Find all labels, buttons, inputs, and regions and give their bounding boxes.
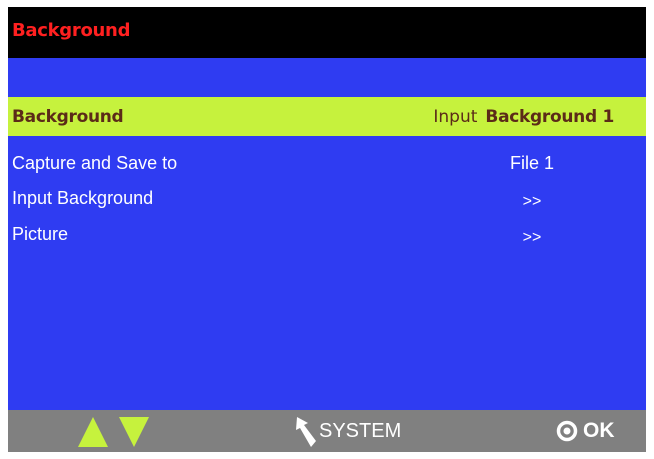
submenu-arrow: >>: [522, 229, 542, 246]
footer-bar: SYSTEM OK: [8, 410, 646, 452]
triangle-up-icon[interactable]: [78, 417, 108, 447]
menu-item-label: Picture: [12, 224, 69, 244]
value-text: Background 1: [485, 107, 614, 127]
title-bar: Background: [8, 7, 646, 58]
system-button[interactable]: SYSTEM: [319, 420, 401, 443]
submenu-arrow: >>: [522, 193, 542, 210]
menu-item-capture-save[interactable]: Capture and Save to File 1: [8, 149, 646, 179]
triangle-down-icon[interactable]: [119, 417, 149, 447]
menu-item-input-background[interactable]: Input Background >>: [8, 184, 646, 214]
menu-item-picture[interactable]: Picture >>: [8, 220, 646, 250]
menu-item-value: File 1: [509, 153, 554, 173]
value-prefix: Input: [433, 107, 478, 127]
menu-item-label: Capture and Save to: [12, 153, 178, 173]
menu-item-label: Background: [12, 107, 124, 127]
menu-item-value: Input Background 1: [433, 107, 614, 127]
ok-button[interactable]: OK: [583, 419, 615, 443]
menu-item-label: Input Background: [12, 188, 154, 208]
menu-item-background[interactable]: Background Input Background 1: [8, 97, 646, 136]
back-arrow-icon[interactable]: [294, 417, 318, 447]
menu-screen: Background Background Input Background 1 …: [8, 7, 646, 452]
page-title: Background: [12, 20, 131, 41]
ok-circle-icon[interactable]: [556, 420, 578, 442]
